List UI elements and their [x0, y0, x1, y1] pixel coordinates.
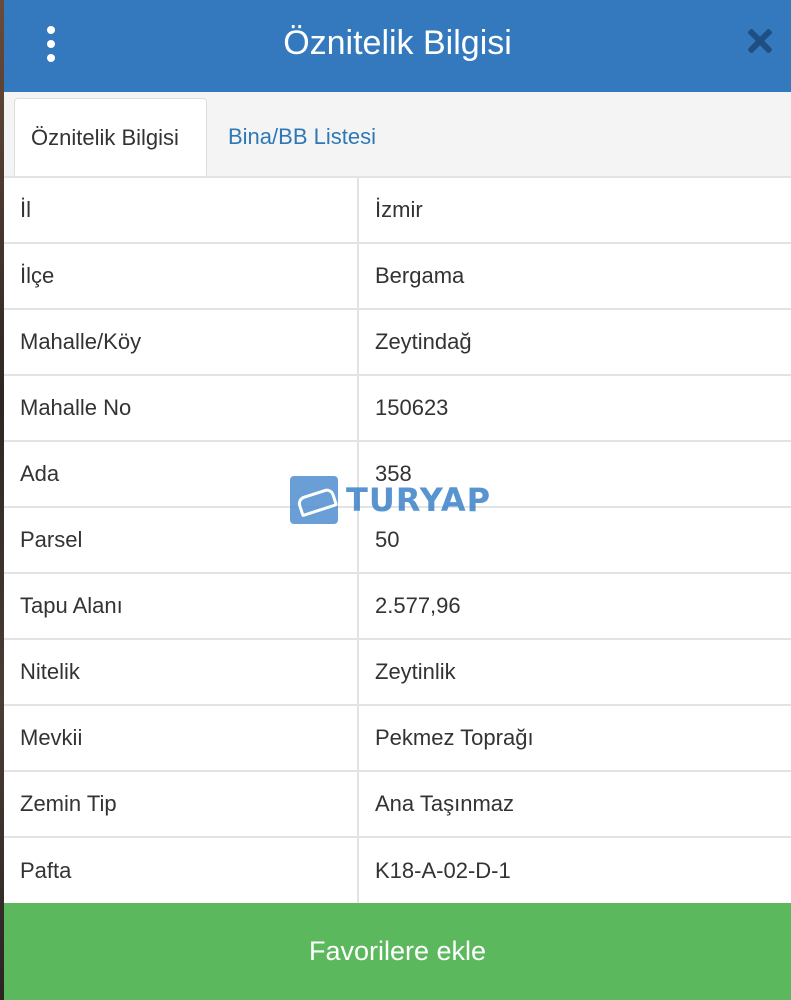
vertical-dots-icon[interactable]	[42, 26, 60, 62]
attribute-key: Zemin Tip	[4, 770, 359, 837]
table-row: Parsel 50	[4, 506, 791, 573]
attribute-key: Mevkii	[4, 704, 359, 771]
table-row: Ada 358	[4, 440, 791, 507]
attribute-value: 150623	[358, 374, 791, 441]
table-row: Mahalle/Köy Zeytindağ	[4, 308, 791, 375]
table-row: Zemin Tip Ana Taşınmaz	[4, 770, 791, 837]
attribute-value: K18-A-02-D-1	[358, 836, 791, 903]
attribute-value: İzmir	[358, 176, 791, 243]
attribute-key: İl	[4, 176, 359, 243]
attribute-key: İlçe	[4, 242, 359, 309]
table-row: İlçe Bergama	[4, 242, 791, 309]
tab-building-list[interactable]: Bina/BB Listesi	[212, 98, 392, 176]
attribute-key: Mahalle No	[4, 374, 359, 441]
attribute-value: 358	[358, 440, 791, 507]
table-row: Nitelik Zeytinlik	[4, 638, 791, 705]
attribute-key: Pafta	[4, 836, 359, 903]
attribute-key: Ada	[4, 440, 359, 507]
attribute-key: Nitelik	[4, 638, 359, 705]
attribute-info-modal: Öznitelik Bilgisi Öznitelik Bilgisi Bina…	[4, 0, 791, 1000]
tab-bar: Öznitelik Bilgisi Bina/BB Listesi	[4, 92, 791, 177]
table-row: Tapu Alanı 2.577,96	[4, 572, 791, 639]
tab-attribute-info[interactable]: Öznitelik Bilgisi	[14, 98, 207, 176]
attribute-key: Parsel	[4, 506, 359, 573]
table-row: Mevkii Pekmez Toprağı	[4, 704, 791, 771]
attribute-value: Zeytinlik	[358, 638, 791, 705]
attribute-value: Bergama	[358, 242, 791, 309]
attribute-value: 2.577,96	[358, 572, 791, 639]
close-icon[interactable]	[745, 26, 775, 56]
attribute-value: Ana Taşınmaz	[358, 770, 791, 837]
attribute-value: 50	[358, 506, 791, 573]
attribute-key: Tapu Alanı	[4, 572, 359, 639]
attribute-table: İl İzmir İlçe Bergama Mahalle/Köy Zeytindağ Ma…	[4, 176, 791, 903]
attribute-value: Zeytindağ	[358, 308, 791, 375]
attribute-key: Mahalle/Köy	[4, 308, 359, 375]
modal-title: Öznitelik Bilgisi	[283, 24, 512, 62]
table-row: İl İzmir	[4, 176, 791, 243]
table-row: Pafta K18-A-02-D-1	[4, 836, 791, 903]
attribute-value: Pekmez Toprağı	[358, 704, 791, 771]
table-row: Mahalle No 150623	[4, 374, 791, 441]
add-to-favorites-button[interactable]: Favorilere ekle	[4, 903, 791, 1000]
modal-header: Öznitelik Bilgisi	[4, 0, 791, 92]
